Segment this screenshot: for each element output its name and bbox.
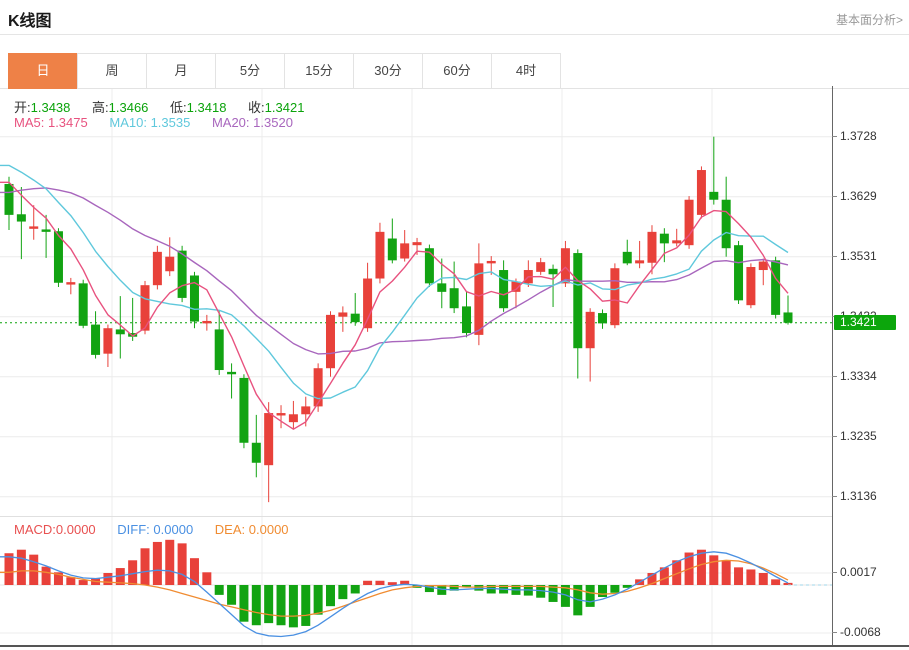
- diff-value-readout: DIFF: 0.0000: [117, 522, 193, 537]
- close-readout: 收:1.3421: [248, 100, 304, 115]
- tab-5min[interactable]: 5分: [215, 53, 285, 89]
- ma10-readout: MA10: 1.3535: [109, 115, 190, 130]
- kline-widget: K线图 基本面分析> 日 周 月 5分 15分 30分 60分 4时 开:1.3…: [0, 0, 909, 650]
- ma20-readout: MA20: 1.3520: [212, 115, 293, 130]
- y-axis-label: 1.3728: [832, 129, 877, 143]
- dea-value-readout: DEA: 0.0000: [215, 522, 289, 537]
- y-axis-label: 1.3531: [832, 249, 877, 263]
- tab-4hour[interactable]: 4时: [491, 53, 561, 89]
- y-axis-label: 1.3334: [832, 369, 877, 383]
- y-axis-label: -0.0068: [832, 625, 881, 639]
- candlestick-chart[interactable]: [0, 89, 832, 516]
- fundamental-analysis-link[interactable]: 基本面分析>: [836, 11, 903, 28]
- tab-day[interactable]: 日: [8, 53, 78, 89]
- tab-60min[interactable]: 60分: [422, 53, 492, 89]
- tab-30min[interactable]: 30分: [353, 53, 423, 89]
- header-divider: [0, 34, 909, 35]
- macd-value-readout: MACD:0.0000: [14, 522, 96, 537]
- tab-month[interactable]: 月: [146, 53, 216, 89]
- page-title: K线图: [8, 7, 52, 31]
- low-readout: 低:1.3418: [170, 100, 226, 115]
- current-price-badge: 1.3421: [834, 315, 896, 330]
- high-readout: 高:1.3466: [92, 100, 148, 115]
- price-axis-line: [832, 86, 833, 646]
- tab-15min[interactable]: 15分: [284, 53, 354, 89]
- tab-week[interactable]: 周: [77, 53, 147, 89]
- y-axis-label: 0.0017: [832, 565, 877, 579]
- period-tabbar: 日 周 月 5分 15分 30分 60分 4时: [8, 53, 561, 89]
- open-readout: 开:1.3438: [14, 100, 70, 115]
- y-axis-label: 1.3136: [832, 489, 877, 503]
- diff-line: [0, 552, 788, 637]
- chart-bottom-border: [0, 645, 909, 647]
- ohlc-readout: 开:1.3438 高:1.3466 低:1.3418 收:1.3421: [14, 97, 322, 116]
- ma10-line: [0, 165, 788, 398]
- y-axis-label: 1.3629: [832, 189, 877, 203]
- y-axis-label: 1.3235: [832, 429, 877, 443]
- candles-layer: [5, 137, 793, 502]
- ma-readout: MA5: 1.3475 MA10: 1.3535 MA20: 1.3520: [14, 115, 311, 130]
- macd-readout: MACD:0.0000 DIFF: 0.0000 DEA: 0.0000: [14, 522, 307, 537]
- main-grid: [0, 89, 832, 516]
- ma5-readout: MA5: 1.3475: [14, 115, 88, 130]
